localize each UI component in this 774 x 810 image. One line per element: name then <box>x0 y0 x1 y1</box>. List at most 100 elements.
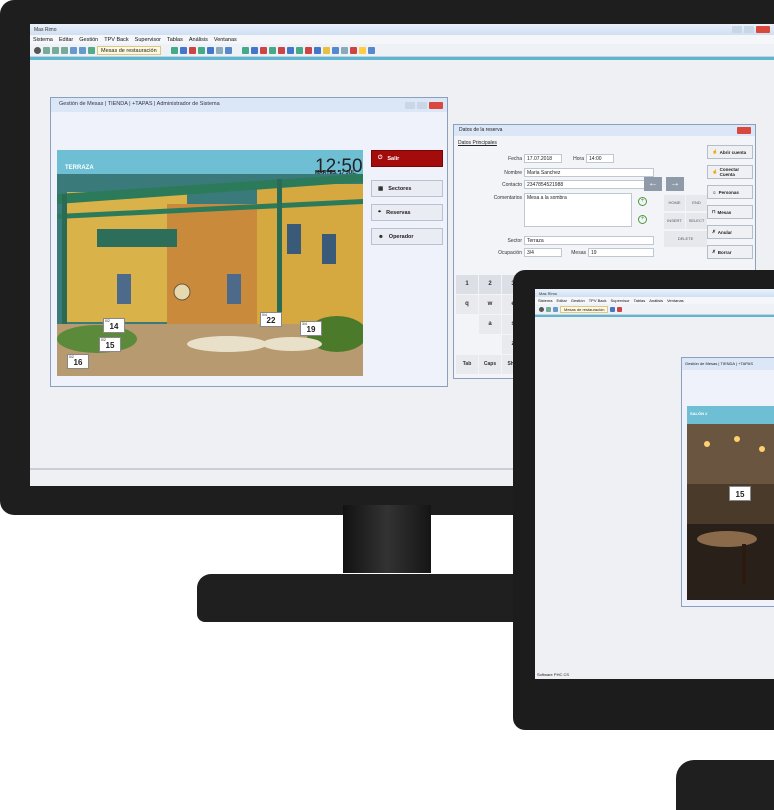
ocupacion-field[interactable]: 3/4 <box>524 248 562 257</box>
tool-icon[interactable] <box>367 46 375 54</box>
gear-icon[interactable] <box>34 46 41 54</box>
menu-editar[interactable]: Editar <box>59 37 73 43</box>
key-q[interactable]: q <box>456 295 478 314</box>
home-key[interactable]: HOME <box>664 195 685 211</box>
add-icon[interactable]: + <box>638 215 647 224</box>
add-icon[interactable]: + <box>638 197 647 206</box>
tool-icon[interactable] <box>331 46 339 54</box>
menu-supervisor[interactable]: Supervisor <box>135 37 161 43</box>
refresh-icon[interactable] <box>61 46 68 54</box>
tool-icon[interactable] <box>188 46 196 54</box>
document-icon[interactable] <box>553 306 558 312</box>
table-card-22[interactable]: 0/4 22 <box>260 312 282 327</box>
menu-ventanas[interactable]: Ventanas <box>214 37 237 43</box>
nombre-field[interactable]: Maria Sanchez <box>524 168 654 177</box>
tool-icon[interactable] <box>340 46 348 54</box>
refresh-icon[interactable] <box>43 46 50 54</box>
tool-icon[interactable] <box>224 46 232 54</box>
mesas-window-controls[interactable] <box>405 102 443 109</box>
key-w[interactable]: w <box>479 295 501 314</box>
mesas-restauracion-button[interactable]: Mesas de restauración <box>97 45 161 55</box>
document-icon[interactable] <box>70 46 77 54</box>
tool-icon[interactable] <box>286 46 294 54</box>
table-card-15-2[interactable]: 15 <box>729 486 751 501</box>
tool-icon[interactable] <box>358 46 366 54</box>
table-card-19[interactable]: 3/4 19 <box>300 321 322 336</box>
grid-icon[interactable] <box>88 46 95 54</box>
tool-icon[interactable] <box>170 46 178 54</box>
tool-icon[interactable] <box>206 46 214 54</box>
maximize-icon[interactable] <box>744 26 754 33</box>
key-caps[interactable]: Caps <box>479 355 501 374</box>
tool-icon[interactable] <box>304 46 312 54</box>
mesas-restauracion-button-2[interactable]: Mesas de restauración <box>560 305 609 313</box>
tool-icon[interactable] <box>241 46 249 54</box>
insert-key[interactable]: INSERT <box>664 213 685 229</box>
personas-button[interactable]: ☺ Personas <box>707 185 753 199</box>
refresh-icon[interactable] <box>546 306 551 312</box>
anular-button[interactable]: ✗ Anular <box>707 225 753 239</box>
sector-field[interactable]: Terraza <box>524 236 654 245</box>
menu-tablas[interactable]: Tablas <box>167 37 183 43</box>
arrow-right-icon[interactable]: → <box>666 177 684 191</box>
menu-analisis-2[interactable]: Análisis <box>649 298 663 303</box>
gear-icon[interactable] <box>539 306 544 312</box>
select-key[interactable]: SELECT <box>686 213 707 229</box>
window-controls[interactable] <box>732 26 770 33</box>
tool-icon[interactable] <box>277 46 285 54</box>
tool-icon[interactable] <box>259 46 267 54</box>
menu-tablas-2[interactable]: Tablas <box>634 298 646 303</box>
abrir-cuenta-button[interactable]: ☝ Abrir cuenta <box>707 145 753 159</box>
tab-datos-principales[interactable]: Datos Principales <box>458 140 497 146</box>
close-icon[interactable] <box>756 26 770 33</box>
reservas-button[interactable]: ⌖ Reservas <box>371 204 443 221</box>
menu-editar-2[interactable]: Editar <box>556 298 566 303</box>
borrar-button[interactable]: ✗ Borrar <box>707 245 753 259</box>
delete-key[interactable]: DELETE <box>664 231 707 247</box>
key-tab[interactable]: Tab <box>456 355 478 374</box>
fecha-field[interactable]: 17.07.2018 <box>524 154 562 163</box>
key-2[interactable]: 2 <box>479 275 501 294</box>
comentarios-field[interactable]: Mesa a la sombra <box>524 193 632 227</box>
folder-icon[interactable] <box>322 46 330 54</box>
arrow-left-icon[interactable]: ← <box>644 177 662 191</box>
menu-sistema[interactable]: Sistema <box>33 37 53 43</box>
table-card-14[interactable]: 0/2 14 <box>103 318 125 333</box>
tool-icon[interactable] <box>250 46 258 54</box>
menu-analisis[interactable]: Análisis <box>189 37 208 43</box>
contacto-field[interactable]: 2347854521988 <box>524 180 654 189</box>
tool-icon[interactable] <box>349 46 357 54</box>
key-a[interactable]: a <box>479 315 501 334</box>
minimize-icon[interactable] <box>405 102 415 109</box>
minimize-icon[interactable] <box>732 26 742 33</box>
tool-icon[interactable] <box>617 306 623 312</box>
reserva-window-controls[interactable] <box>737 127 751 134</box>
document-icon[interactable] <box>79 46 86 54</box>
maximize-icon[interactable] <box>417 102 427 109</box>
menu-ventanas-2[interactable]: Ventanas <box>667 298 684 303</box>
refresh-icon[interactable] <box>52 46 59 54</box>
table-card-15[interactable]: 0/2 15 <box>99 337 121 352</box>
tool-icon[interactable] <box>313 46 321 54</box>
tool-icon[interactable] <box>197 46 205 54</box>
menu-gestion[interactable]: Gestión <box>79 37 98 43</box>
table-card-16[interactable]: 0/2 16 <box>67 354 89 369</box>
menu-supervisor-2[interactable]: Supervisor <box>611 298 630 303</box>
end-key[interactable]: END <box>686 195 707 211</box>
conectar-cuenta-button[interactable]: ☝ Conectar Cuenta <box>707 165 753 179</box>
mesas-field[interactable]: 19 <box>588 248 654 257</box>
operador-button[interactable]: ☻ Operador <box>371 228 443 245</box>
menu-gestion-2[interactable]: Gestión <box>571 298 585 303</box>
mesas-button[interactable]: ⊓ Mesas <box>707 205 753 219</box>
sectores-button[interactable]: ▦ Sectores <box>371 180 443 197</box>
tool-icon[interactable] <box>295 46 303 54</box>
tool-icon[interactable] <box>268 46 276 54</box>
close-icon[interactable] <box>429 102 443 109</box>
tool-icon[interactable] <box>179 46 187 54</box>
menu-sistema-2[interactable]: Sistema <box>538 298 552 303</box>
close-icon[interactable] <box>737 127 751 134</box>
menu-tpv-back-2[interactable]: TPV Back <box>589 298 607 303</box>
menu-tpv-back[interactable]: TPV Back <box>104 37 128 43</box>
tool-icon[interactable] <box>610 306 616 312</box>
hora-field[interactable]: 14:00 <box>586 154 614 163</box>
